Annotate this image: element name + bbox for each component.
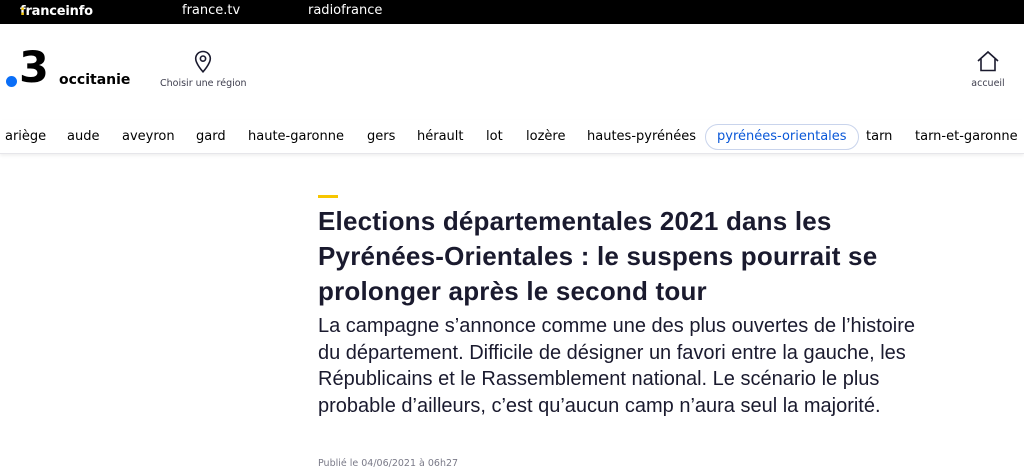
department-nav: ariège aude aveyron gard haute-garonne g… <box>0 120 1024 154</box>
nav-item-lot[interactable]: lot <box>475 124 514 150</box>
logo-dot <box>6 76 17 87</box>
home-icon <box>977 50 999 72</box>
nav-item-ariege[interactable]: ariège <box>0 124 57 150</box>
nav-item-aveyron[interactable]: aveyron <box>111 124 186 150</box>
site-header <box>0 24 1024 120</box>
home-button[interactable]: accueil <box>968 50 1008 89</box>
article-header: Elections départementales 2021 dans les … <box>318 195 958 419</box>
nav-item-tarn[interactable]: tarn <box>855 124 903 150</box>
nav-item-aude[interactable]: aude <box>56 124 110 150</box>
nav-item-lozere[interactable]: lozère <box>515 124 576 150</box>
home-label: accueil <box>971 78 1005 89</box>
publication-date: Publié le 04/06/2021 à 06h27 <box>318 458 459 469</box>
choose-region-button[interactable]: Choisir une région <box>160 50 247 89</box>
nav-item-pyrenees-orientales[interactable]: pyrénées-orientales <box>705 124 859 150</box>
nav-item-haute-garonne[interactable]: haute-garonne <box>237 124 355 150</box>
nav-item-hautes-pyrenees[interactable]: hautes-pyrénées <box>576 124 707 150</box>
choose-region-label: Choisir une région <box>160 78 247 89</box>
nav-item-herault[interactable]: hérault <box>406 124 475 150</box>
francetv-link[interactable]: france.tv <box>182 3 240 18</box>
nav-item-gard[interactable]: gard <box>185 124 237 150</box>
nav-item-tarn-et-garonne[interactable]: tarn-et-garonne <box>904 124 1024 150</box>
location-pin-icon <box>194 50 212 73</box>
article-lead: La campagne s’annonce comme une des plus… <box>318 315 916 417</box>
region-name[interactable]: occitanie <box>59 72 130 88</box>
top-brand-bar: franceinfo: france.tv radiofrance <box>0 0 1024 24</box>
nav-item-gers[interactable]: gers <box>356 124 406 150</box>
logo-number: 3 <box>19 43 49 93</box>
article-title: Elections départementales 2021 dans les … <box>318 206 878 306</box>
title-accent-bar <box>318 195 338 198</box>
radiofrance-link[interactable]: radiofrance <box>308 3 382 18</box>
